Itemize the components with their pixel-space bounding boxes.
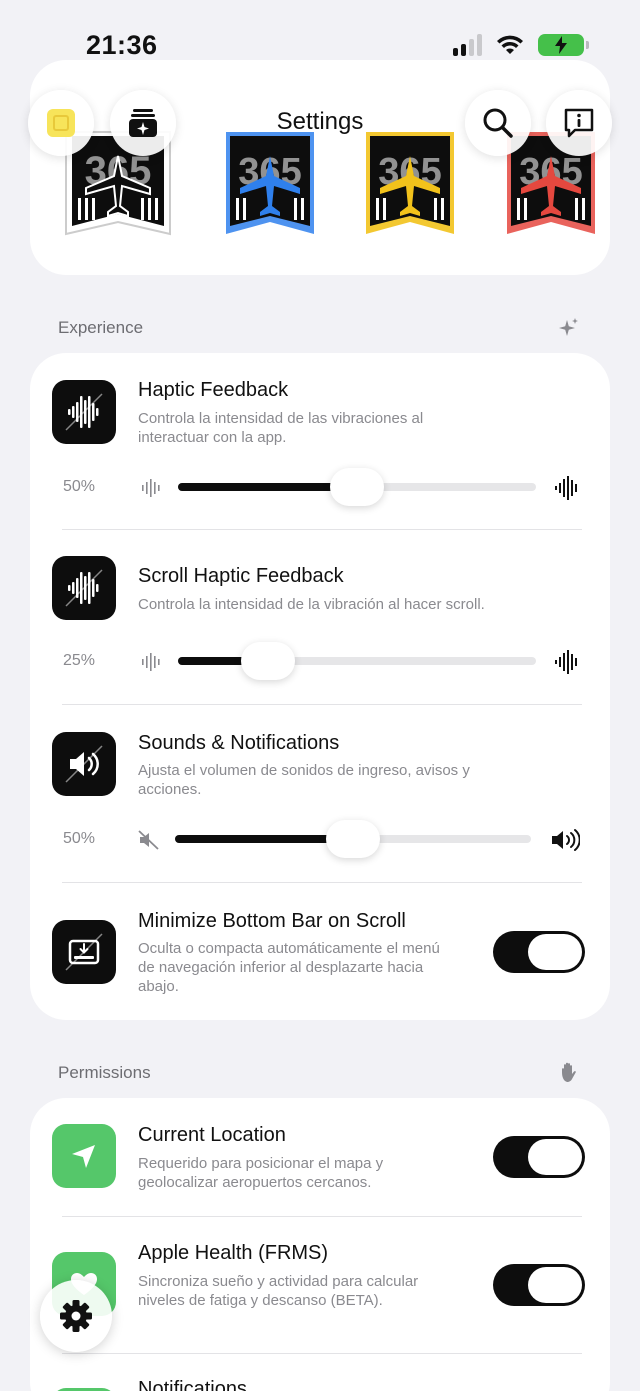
minimize-bar-row-icon [52,920,116,984]
waveform-low-icon [142,479,160,497]
info-button[interactable] [546,90,612,156]
minimize-bar-toggle[interactable] [493,931,585,973]
haptic-description: Controla la intensidad de las vibracione… [138,410,424,446]
scroll-haptic-description: Controla la intensidad de la vibración a… [138,596,485,613]
location-arrow-icon [72,1145,95,1168]
minimize-bar-description: Oculta o compacta automáticamente el men… [138,940,440,995]
scroll-haptic-slider[interactable] [178,642,536,680]
sounds-description: Ajusta el volumen de sonidos de ingreso,… [138,762,470,798]
scroll-haptic-percent: 25% [63,652,96,669]
settings-fab-button[interactable] [40,1280,112,1352]
health-description: Sincroniza sueño y actividad para calcul… [138,1273,419,1309]
divider [62,1216,582,1217]
cellular-signal-icon [453,34,482,56]
haptic-slider[interactable] [178,468,536,506]
health-toggle[interactable] [493,1264,585,1306]
section-label-permissions: Permissions [58,1063,151,1082]
divider [62,882,582,883]
waveform-high-icon [555,476,577,500]
toggle-knob [528,1267,582,1303]
hand-raised-icon [562,1062,576,1082]
info-bubble-icon [564,108,594,138]
speaker-muted-icon [138,830,159,850]
haptic-row-icon [52,380,116,444]
notifications-title: Notifications [138,1378,247,1391]
bottom-bar-icon [65,933,103,971]
search-icon [483,108,513,138]
page-title: Settings [276,108,364,135]
waveform-low-icon [142,653,160,671]
app-icon-option-yellow[interactable]: 365 [360,126,480,244]
section-label-experience: Experience [58,318,144,337]
sounds-slider[interactable] [175,820,531,858]
speaker-loud-icon [552,829,580,851]
location-toggle[interactable] [493,1136,585,1178]
scroll-haptic-slider-thumb[interactable] [240,642,295,680]
toggle-knob [528,1139,582,1175]
battery-charging-icon [538,34,589,56]
haptic-percent: 50% [63,478,96,495]
waveform-icon [65,393,103,431]
status-time: 21:36 [86,30,158,60]
health-title: Apple Health (FRMS) [138,1242,329,1264]
wifi-icon [497,35,523,54]
gear-icon [60,1300,92,1332]
permissions-card: Current Location Requerido para posicion… [30,1098,610,1391]
toggle-knob [528,934,582,970]
divider [62,1353,582,1354]
speaker-volume-icon [65,745,103,783]
location-description: Requerido para posicionar el mapa y geol… [138,1155,384,1191]
experience-card: Haptic Feedback Controla la intensidad d… [30,353,610,1020]
divider [62,529,582,530]
sounds-row-icon [52,732,116,796]
location-title: Current Location [138,1124,286,1146]
sounds-title: Sounds & Notifications [138,732,340,754]
minimize-bar-title: Minimize Bottom Bar on Scroll [138,910,406,932]
location-row-icon [52,1124,116,1188]
app-icon-option-blue[interactable]: 365 [214,126,334,244]
sounds-percent: 50% [63,830,96,847]
sounds-slider-thumb[interactable] [326,820,380,858]
haptic-slider-thumb[interactable] [330,468,384,506]
status-icons [453,34,589,56]
scroll-haptic-row-icon [52,556,116,620]
divider [62,704,582,705]
waveform-icon [65,569,103,607]
waveform-high-icon [555,650,577,674]
search-button[interactable] [465,90,531,156]
sparkles-icon [559,318,578,336]
scroll-haptic-title: Scroll Haptic Feedback [138,565,344,587]
haptic-title: Haptic Feedback [138,379,289,401]
